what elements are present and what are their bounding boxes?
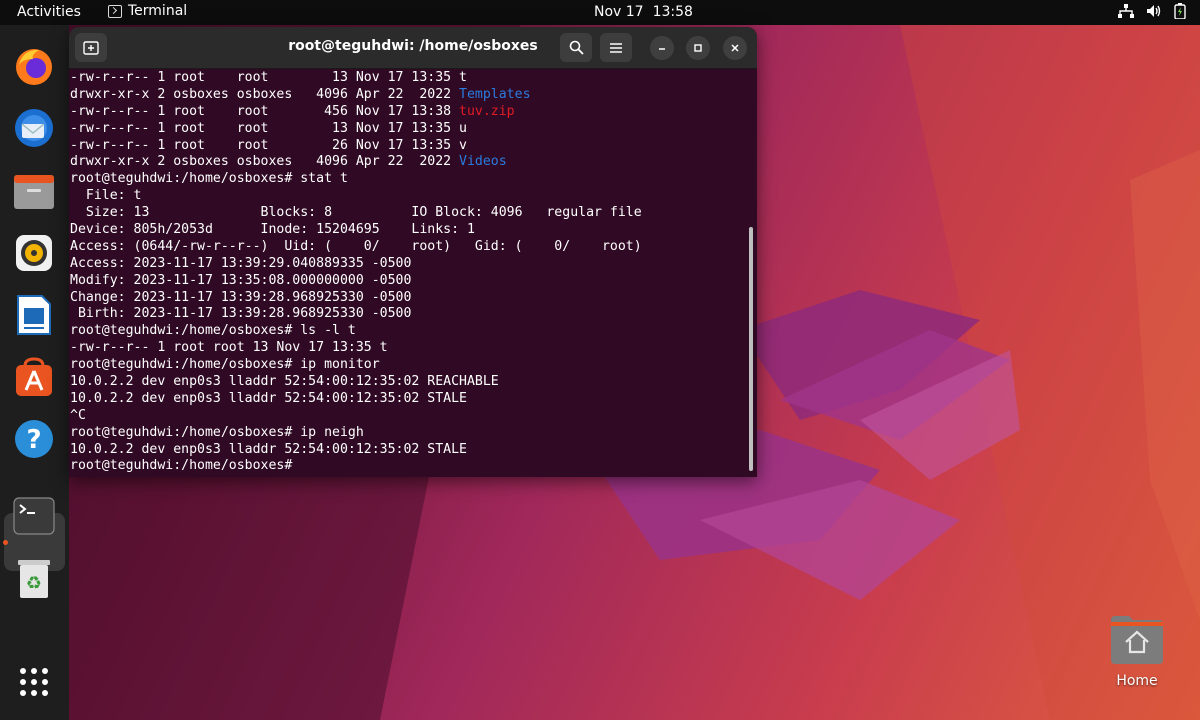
terminal-line-text: Access: (0644/-rw-r--r--) Uid: ( 0/ root…: [70, 238, 642, 254]
terminal-line-text: root@teguhdwi:/home/osboxes#: [70, 458, 301, 474]
app-name: Terminal: [128, 3, 188, 19]
maximize-button[interactable]: [686, 36, 710, 60]
writer-icon[interactable]: [12, 293, 56, 337]
home-folder-label[interactable]: Home: [1100, 673, 1174, 689]
terminal-line: Size: 13 Blocks: 8 IO Block: 4096 regula…: [70, 205, 742, 222]
terminal-small-icon: [108, 4, 122, 18]
terminal-line-text: ^C: [70, 407, 86, 423]
clock[interactable]: Nov 17 13:58: [594, 4, 693, 20]
dock: ? ♻: [0, 25, 69, 720]
running-indicator: [3, 540, 8, 545]
terminal-line: -rw-r--r-- 1 root root 26 Nov 17 13:35 v: [70, 138, 742, 155]
terminal-line-text: drwxr-xr-x 2 osboxes osboxes 4096 Apr 22…: [70, 86, 460, 102]
terminal-line-text: -rw-r--r-- 1 root root 26 Nov 17 13:35: [70, 137, 460, 153]
terminal-line: root@teguhdwi:/home/osboxes# ls -l t: [70, 323, 742, 340]
menu-button[interactable]: [600, 33, 632, 62]
rhythmbox-icon[interactable]: [12, 231, 56, 275]
svg-text:♻: ♻: [26, 573, 42, 594]
app-menu[interactable]: Terminal: [108, 3, 187, 19]
terminal-line-filename: Templates: [459, 86, 531, 102]
terminal-line: Access: (0644/-rw-r--r--) Uid: ( 0/ root…: [70, 239, 742, 256]
volume-icon: [1146, 4, 1162, 18]
thunderbird-icon[interactable]: [12, 106, 56, 150]
terminal-line: -rw-r--r-- 1 root root 13 Nov 17 13:35 t: [70, 340, 742, 357]
terminal-line: -rw-r--r-- 1 root root 456 Nov 17 13:38 …: [70, 104, 742, 121]
terminal-line: Access: 2023-11-17 13:39:29.040889335 -0…: [70, 256, 742, 273]
terminal-line: root@teguhdwi:/home/osboxes# ip monitor: [70, 357, 742, 374]
search-icon: [569, 40, 584, 55]
terminal-line-text: -rw-r--r-- 1 root root 13 Nov 17 13:35: [70, 120, 460, 136]
minimize-button[interactable]: [650, 36, 674, 60]
terminal-line-text: Access: 2023-11-17 13:39:29.040889335 -0…: [70, 255, 412, 271]
terminal-line-text: Birth: 2023-11-17 13:39:28.968925330 -05…: [70, 306, 412, 322]
terminal-line-filename: u: [459, 120, 467, 136]
scrollbar[interactable]: [749, 227, 753, 471]
terminal-line-filename: v: [459, 137, 467, 153]
activities-button[interactable]: Activities: [17, 4, 81, 20]
terminal-line-text: 10.0.2.2 dev enp0s3 lladdr 52:54:00:12:3…: [70, 441, 467, 457]
close-button[interactable]: [723, 36, 747, 60]
terminal-line: -rw-r--r-- 1 root root 13 Nov 17 13:35 t: [70, 70, 742, 87]
terminal-line: File: t: [70, 188, 742, 205]
firefox-icon[interactable]: [12, 44, 56, 88]
terminal-line: Change: 2023-11-17 13:39:28.968925330 -0…: [70, 290, 742, 307]
grid-icon[interactable]: [12, 660, 56, 704]
minimize-icon: [659, 48, 665, 50]
app-center-icon[interactable]: [12, 355, 56, 399]
battery-icon: [1174, 3, 1186, 19]
terminal-line: 10.0.2.2 dev enp0s3 lladdr 52:54:00:12:3…: [70, 442, 742, 459]
terminal-line: drwxr-xr-x 2 osboxes osboxes 4096 Apr 22…: [70, 154, 742, 171]
terminal-line: Birth: 2023-11-17 13:39:28.968925330 -05…: [70, 306, 742, 323]
terminal-line-text: File: t: [70, 188, 142, 204]
clock-date: Nov 17: [594, 4, 644, 20]
terminal-line-text: 10.0.2.2 dev enp0s3 lladdr 52:54:00:12:3…: [70, 390, 467, 406]
terminal-line-text: drwxr-xr-x 2 osboxes osboxes 4096 Apr 22…: [70, 154, 460, 170]
terminal-line-text: root@teguhdwi:/home/osboxes# ip monitor: [70, 357, 380, 373]
terminal-line: ^C: [70, 408, 742, 425]
home-folder-icon[interactable]: [1109, 614, 1165, 666]
hamburger-icon: [610, 42, 622, 53]
files-icon[interactable]: [12, 169, 56, 213]
top-bar: Activities Terminal Nov 17 13:58: [0, 0, 1200, 25]
terminal-headerbar[interactable]: root@teguhdwi: /home/osboxes: [69, 27, 757, 69]
terminal-line: root@teguhdwi:/home/osboxes#: [70, 458, 742, 475]
terminal-line-text: 10.0.2.2 dev enp0s3 lladdr 52:54:00:12:3…: [70, 374, 499, 390]
terminal-line: root@teguhdwi:/home/osboxes# stat t: [70, 171, 742, 188]
search-button[interactable]: [560, 33, 592, 62]
terminal-line-text: Modify: 2023-11-17 13:35:08.000000000 -0…: [70, 272, 412, 288]
terminal-line-text: root@teguhdwi:/home/osboxes# stat t: [70, 171, 348, 187]
terminal-line-filename: tuv.zip: [459, 103, 515, 119]
terminal-line: root@teguhdwi:/home/osboxes# ip neigh: [70, 425, 742, 442]
terminal-line: 10.0.2.2 dev enp0s3 lladdr 52:54:00:12:3…: [70, 374, 742, 391]
maximize-icon: [694, 44, 702, 52]
help-icon[interactable]: ?: [12, 417, 56, 461]
terminal-line: drwxr-xr-x 2 osboxes osboxes 4096 Apr 22…: [70, 87, 742, 104]
terminal-line: Modify: 2023-11-17 13:35:08.000000000 -0…: [70, 273, 742, 290]
terminal-line-text: root@teguhdwi:/home/osboxes# ls -l t: [70, 323, 356, 339]
terminal-line-text: Size: 13 Blocks: 8 IO Block: 4096 regula…: [70, 205, 642, 221]
terminal-line-text: -rw-r--r-- 1 root root 13 Nov 17 13:35: [70, 70, 460, 85]
terminal-line-text: -rw-r--r-- 1 root root 456 Nov 17 13:38: [70, 103, 460, 119]
close-icon: [731, 44, 739, 52]
terminal-line-text: root@teguhdwi:/home/osboxes# ip neigh: [70, 424, 364, 440]
terminal-line: 10.0.2.2 dev enp0s3 lladdr 52:54:00:12:3…: [70, 391, 742, 408]
svg-text:?: ?: [26, 425, 41, 455]
terminal-line-filename: t: [459, 70, 467, 85]
terminal-line-text: -rw-r--r-- 1 root root 13 Nov 17 13:35 t: [70, 340, 388, 356]
terminal-output[interactable]: -rw-r--r-- 1 root root 13 Nov 17 13:35 t…: [70, 70, 742, 475]
terminal-line-text: Change: 2023-11-17 13:39:28.968925330 -0…: [70, 289, 412, 305]
terminal-line: Device: 805h/2053d Inode: 15204695 Links…: [70, 222, 742, 239]
terminal-icon[interactable]: [12, 494, 56, 538]
system-tray[interactable]: [1118, 3, 1186, 19]
terminal-window[interactable]: root@teguhdwi: /home/osboxes -rw-r--r-- …: [69, 27, 757, 477]
trash-icon[interactable]: ♻: [12, 557, 56, 601]
terminal-line-filename: Videos: [459, 154, 507, 170]
network-icon: [1118, 4, 1134, 18]
terminal-line: -rw-r--r-- 1 root root 13 Nov 17 13:35 u: [70, 121, 742, 138]
clock-time: 13:58: [652, 4, 693, 20]
terminal-line-text: Device: 805h/2053d Inode: 15204695 Links…: [70, 222, 475, 238]
